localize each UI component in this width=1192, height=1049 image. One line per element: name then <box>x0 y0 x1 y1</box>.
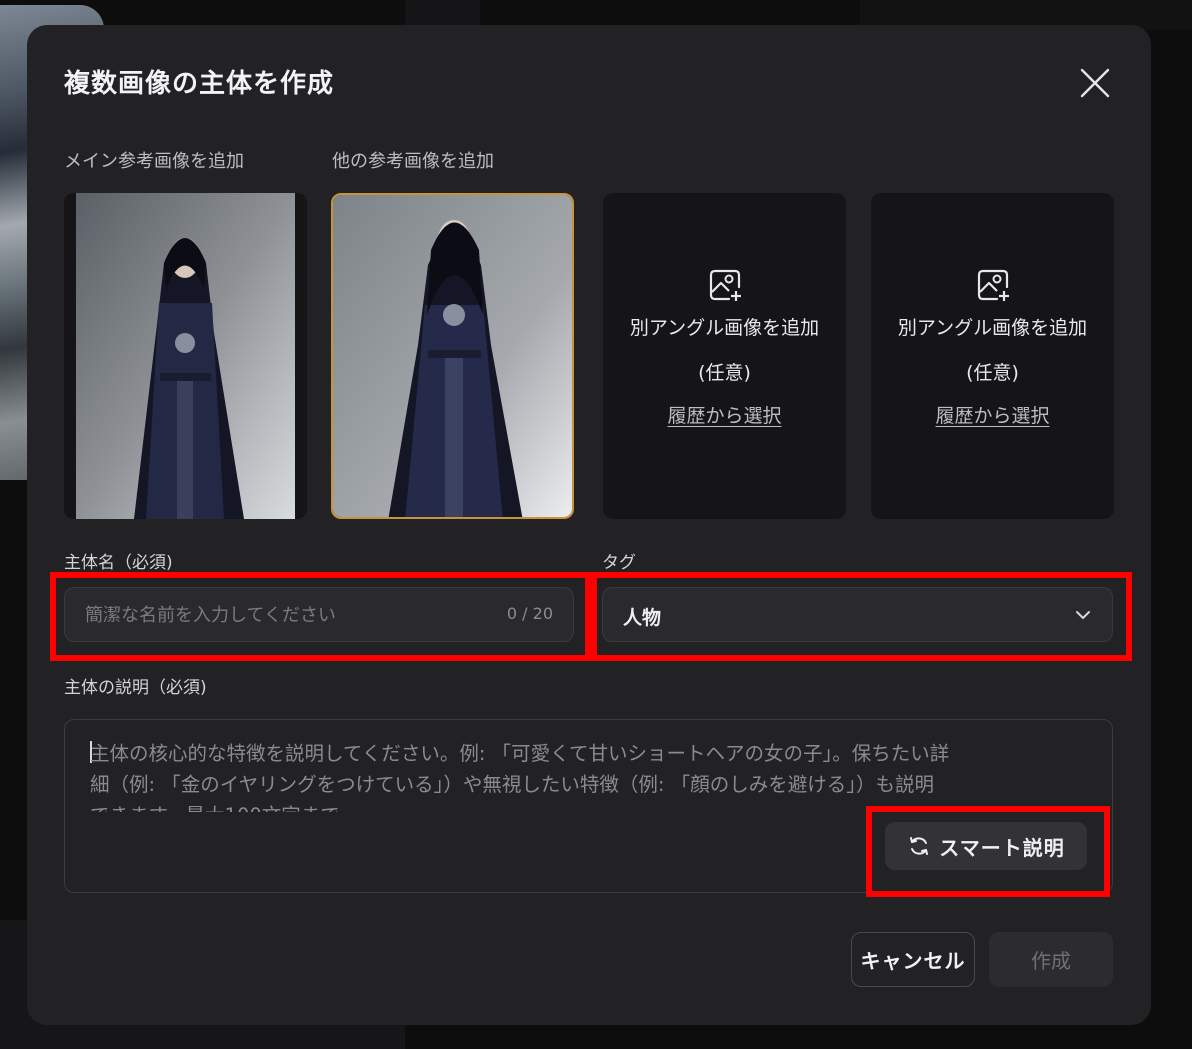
reference-image-woman-in-robe <box>64 193 307 519</box>
character-counter: 0 / 20 <box>506 604 553 623</box>
add-angle-slot[interactable]: 別アングル画像を追加 (任意) 履歴から選択 <box>603 193 846 519</box>
description-textarea[interactable]: 主体の核心的な特徴を説明してください。例: 「可愛くて甘いショートヘアの女の子」… <box>64 719 1113 893</box>
subject-name-field: 0 / 20 <box>64 587 574 643</box>
chevron-down-icon <box>1076 611 1090 619</box>
create-button[interactable]: 作成 <box>989 932 1113 987</box>
smart-description-label: スマート説明 <box>939 835 1065 860</box>
add-angle-title: 別アングル画像を追加 <box>897 317 1088 339</box>
select-from-history-link[interactable]: 履歴から選択 <box>667 401 781 428</box>
description-placeholder: 主体の核心的な特徴を説明してください。例: 「可愛くて甘いショートヘアの女の子」… <box>90 741 950 812</box>
add-angle-slot[interactable]: 別アングル画像を追加 (任意) 履歴から選択 <box>871 193 1114 519</box>
add-angle-title: 別アングル画像を追加 <box>629 317 820 339</box>
reference-image-woman-in-robe <box>333 195 572 517</box>
tag-label: タグ <box>602 553 636 573</box>
other-reference-label: 他の参考画像を追加 <box>332 151 494 172</box>
subject-name-input[interactable] <box>83 588 487 643</box>
close-button[interactable] <box>1079 67 1111 99</box>
subject-name-label: 主体名（必須) <box>64 553 173 573</box>
cancel-button[interactable]: キャンセル <box>851 932 975 987</box>
other-reference-image[interactable] <box>331 193 574 519</box>
optional-label: (任意) <box>966 362 1019 384</box>
main-reference-label: メイン参考画像を追加 <box>64 151 244 172</box>
modal-title: 複数画像の主体を作成 <box>64 69 335 99</box>
optional-label: (任意) <box>698 362 751 384</box>
tag-selected-value: 人物 <box>623 607 662 629</box>
tag-dropdown[interactable]: 人物 <box>602 587 1113 642</box>
smart-description-button[interactable]: スマート説明 <box>885 822 1087 870</box>
main-reference-image[interactable] <box>64 193 307 519</box>
select-from-history-link[interactable]: 履歴から選択 <box>935 401 1049 428</box>
description-label: 主体の説明（必須) <box>64 678 207 698</box>
create-subject-modal: 複数画像の主体を作成 メイン参考画像を追加 他の参考画像を追加 別アングル画像を… <box>27 25 1151 1025</box>
add-image-icon <box>709 269 741 301</box>
add-image-icon <box>977 269 1009 301</box>
close-icon <box>1080 68 1110 98</box>
refresh-icon <box>910 837 929 855</box>
